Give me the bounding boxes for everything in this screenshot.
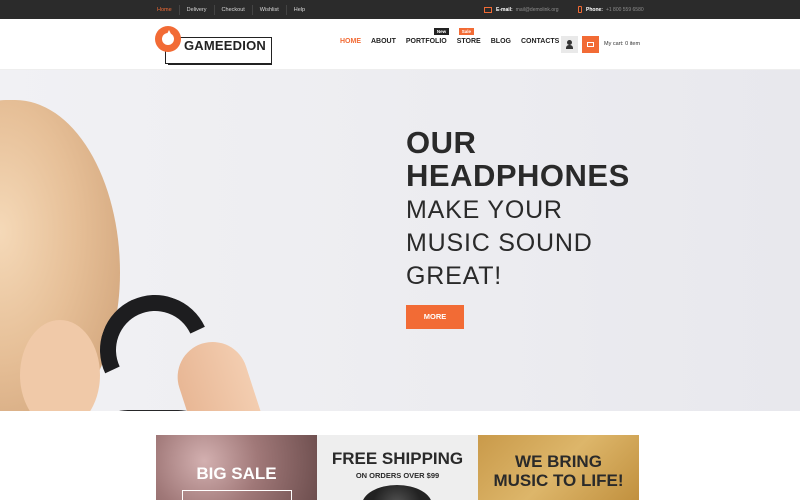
nav-store-label: STORE <box>456 38 481 45</box>
email-contact: E-mail: mail@demolink.org <box>484 0 559 19</box>
top-link-wishlist[interactable]: Wishlist <box>251 4 286 15</box>
nav-contacts[interactable]: CONTACTS <box>521 38 559 45</box>
cart-icon <box>587 42 594 47</box>
banner-music-life[interactable]: WE BRING MUSIC TO LIFE! <box>478 435 639 500</box>
banner-big-sale-text: BIG SALE <box>196 464 277 483</box>
email-label: E-mail: <box>496 6 513 13</box>
top-link-delivery[interactable]: Delivery <box>178 4 214 15</box>
banner-big-sale[interactable]: BIG SALE <box>156 435 317 500</box>
banner-music-line2: MUSIC TO LIFE! <box>493 471 624 490</box>
top-link-help[interactable]: Help <box>285 4 312 15</box>
logo-arrow-icon <box>165 30 173 38</box>
sale-badge: Sale <box>458 28 474 35</box>
top-link-checkout[interactable]: Checkout <box>213 4 252 15</box>
more-button[interactable]: MORE <box>406 305 464 329</box>
nav-home[interactable]: HOME <box>340 38 361 45</box>
hero-subtitle: MAKE YOUR MUSIC SOUND GREAT! <box>406 194 593 293</box>
hero-sub-line2: MUSIC SOUND <box>406 229 593 257</box>
banner-big-sale-frame <box>182 490 292 500</box>
site-header: GAMEEDION HOME ABOUT PORTFOLIO New STORE… <box>0 19 800 70</box>
cart-summary[interactable]: My cart: 0 item <box>604 41 640 47</box>
nav-blog[interactable]: BLOG <box>491 38 511 45</box>
banner-free-shipping-title: FREE SHIPPING <box>331 449 464 468</box>
banner-free-shipping-sub: ON ORDERS OVER $99 <box>355 471 440 480</box>
nav-about[interactable]: ABOUT <box>371 38 396 45</box>
mail-icon <box>484 6 492 13</box>
new-badge: New <box>433 28 450 35</box>
banner-product-image <box>362 485 432 500</box>
cart-button[interactable] <box>582 36 599 53</box>
nav-portfolio[interactable]: PORTFOLIO New <box>405 28 450 45</box>
logo[interactable]: GAMEEDION <box>155 26 275 65</box>
banner-music-life-text: WE BRING MUSIC TO LIFE! <box>478 452 639 490</box>
user-account-button[interactable] <box>561 36 578 53</box>
top-links: Home Delivery Checkout Wishlist Help <box>150 0 312 19</box>
hero-title-line1: OUR <box>406 125 477 160</box>
banner-free-shipping[interactable]: FREE SHIPPING ON ORDERS OVER $99 <box>317 435 478 500</box>
hero-slider: OUR HEADPHONES MAKE YOUR MUSIC SOUND GRE… <box>0 70 800 411</box>
nav-store[interactable]: STORE Sale <box>456 28 481 45</box>
hero-title-line2: HEADPHONES <box>406 158 630 193</box>
promo-banners: BIG SALE FREE SHIPPING ON ORDERS OVER $9… <box>156 435 639 500</box>
hero-sub-line3: GREAT! <box>406 262 503 290</box>
top-bar: Home Delivery Checkout Wishlist Help E-m… <box>0 0 800 19</box>
hero-title: OUR HEADPHONES <box>406 126 630 192</box>
phone-icon <box>578 6 582 13</box>
email-value[interactable]: mail@demolink.org <box>516 7 559 13</box>
nav-portfolio-label: PORTFOLIO <box>405 38 447 45</box>
phone-value: +1 800 559 6580 <box>605 6 644 13</box>
banner-music-line1: WE BRING <box>515 452 602 471</box>
hero-sub-line1: MAKE YOUR <box>406 196 563 224</box>
top-link-home[interactable]: Home <box>150 5 179 15</box>
phone-label: Phone: <box>586 6 603 13</box>
logo-text: GAMEEDION <box>184 38 266 53</box>
main-nav: HOME ABOUT PORTFOLIO New STORE Sale BLOG… <box>340 28 569 45</box>
phone-contact: Phone: +1 800 559 6580 <box>578 0 644 19</box>
